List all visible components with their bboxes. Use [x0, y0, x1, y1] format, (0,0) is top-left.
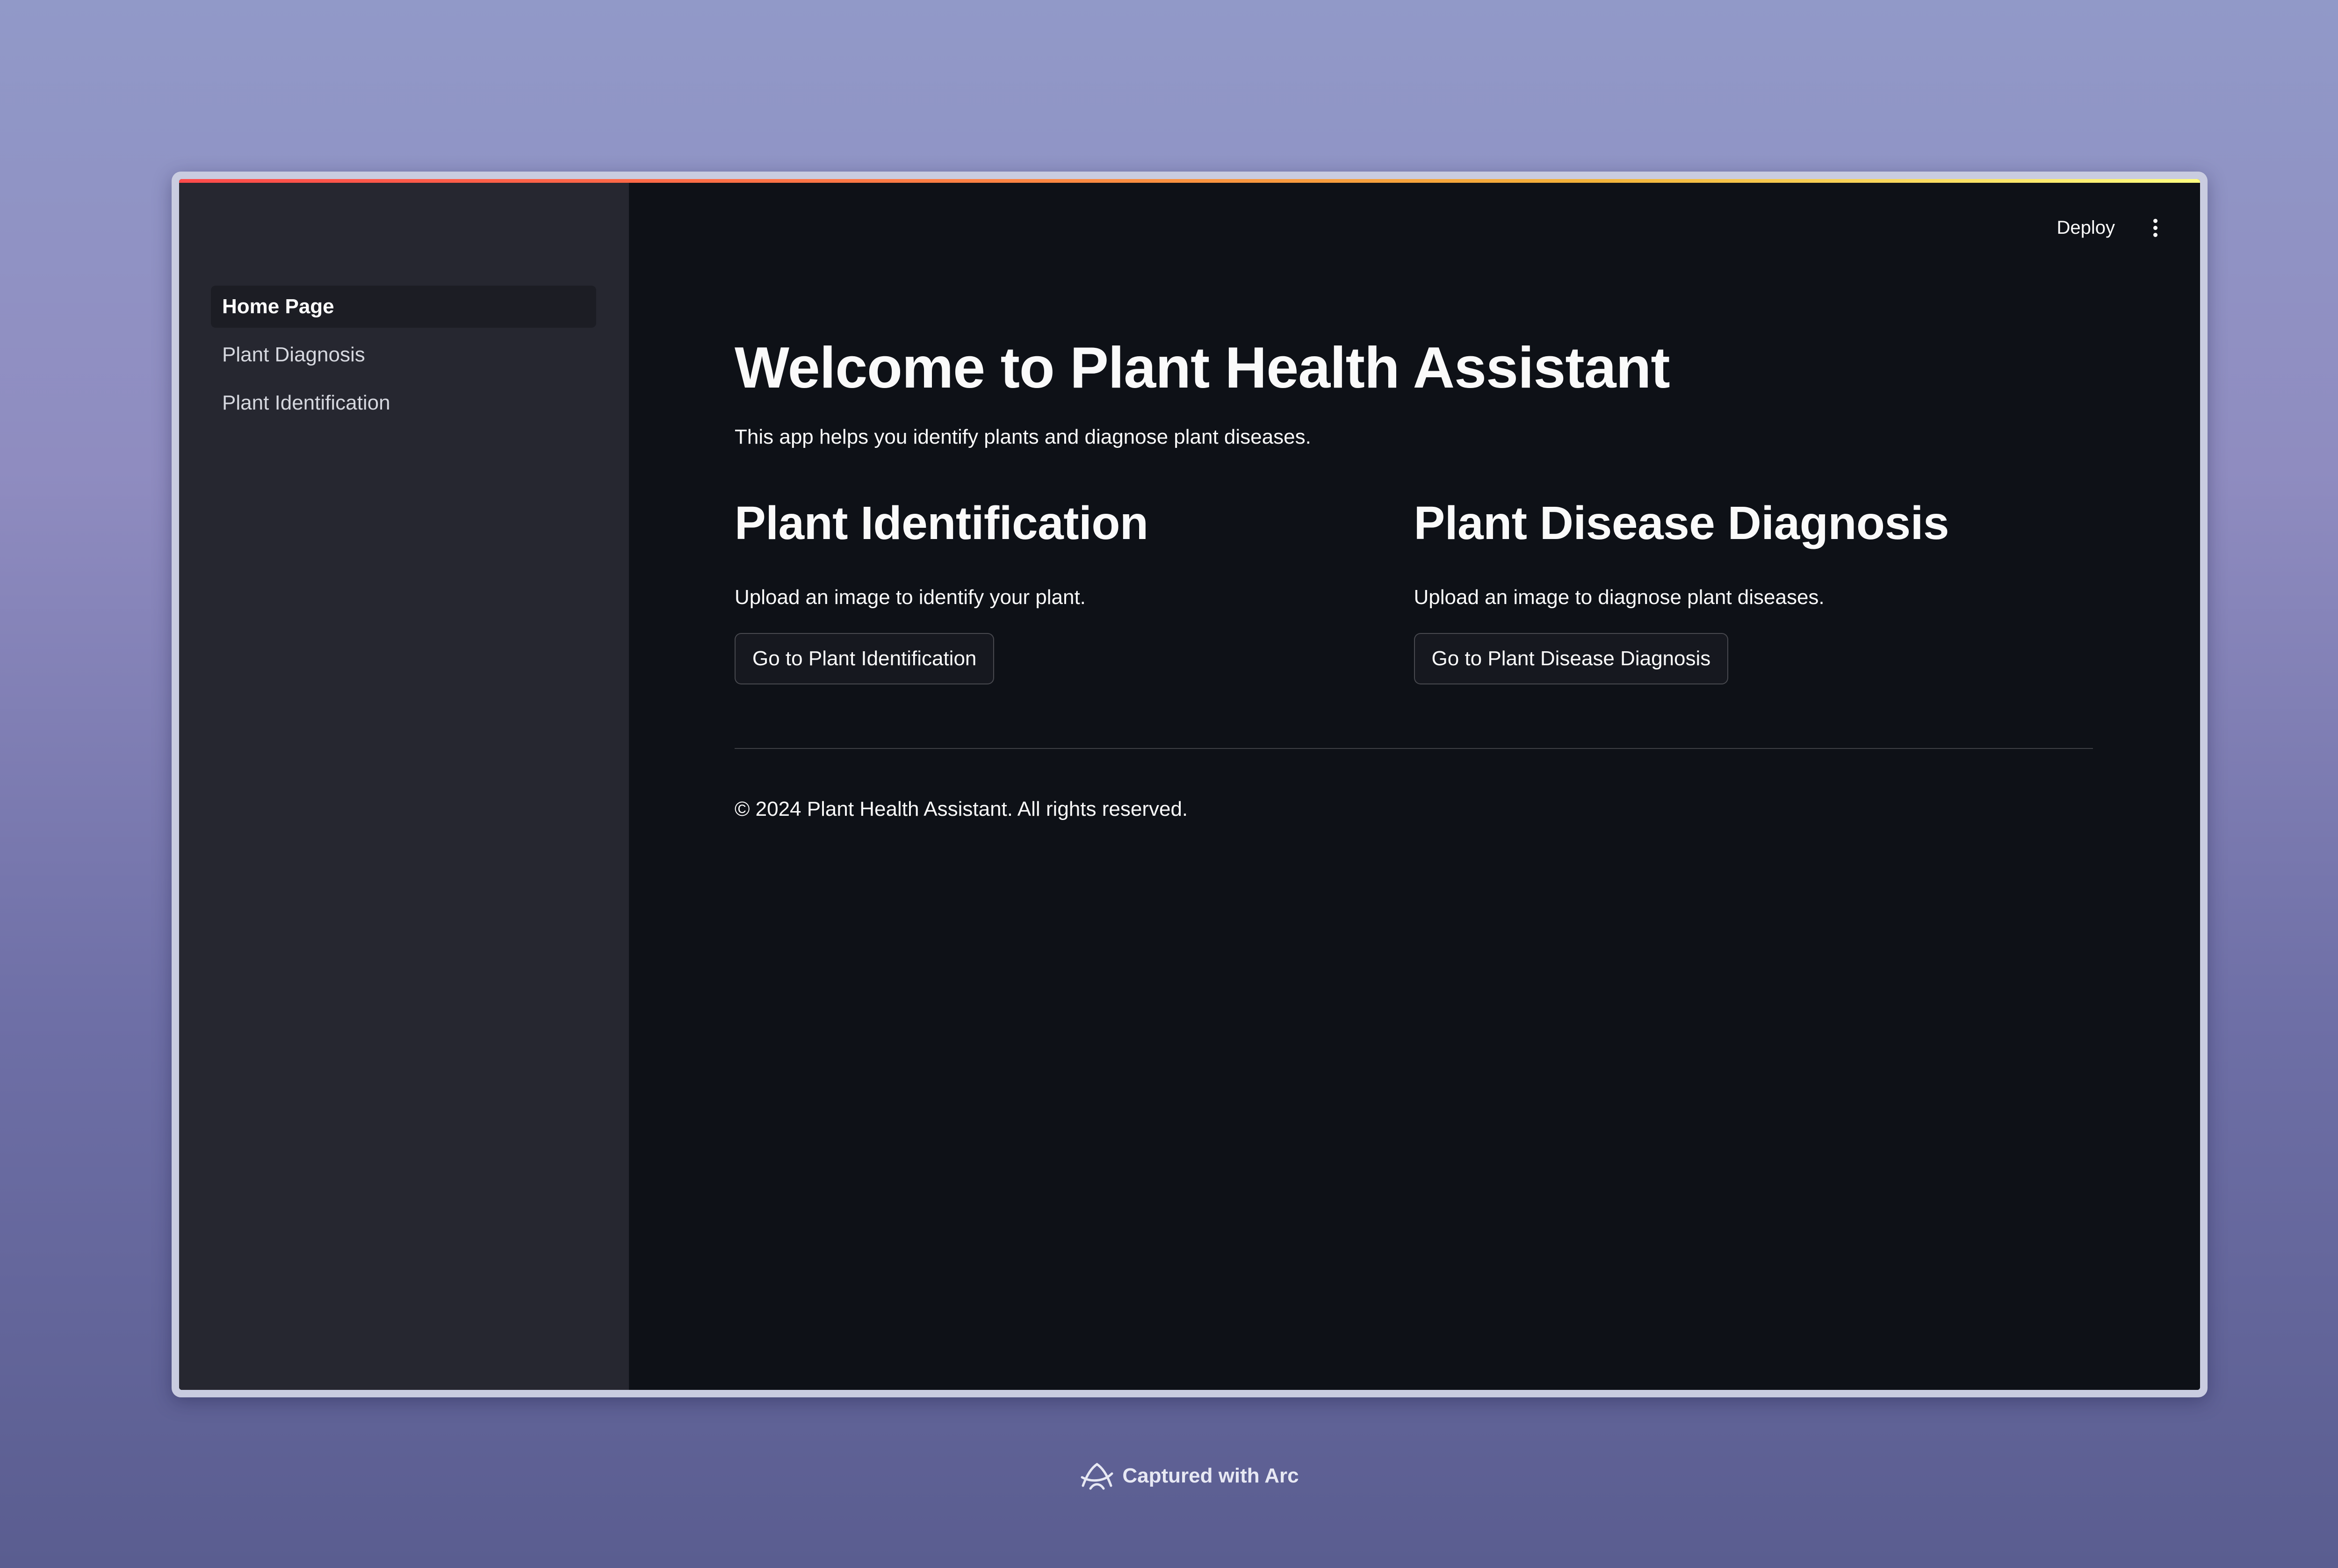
section-title: Plant Identification — [735, 496, 1148, 549]
section-description: Upload an image to identify your plant. — [735, 585, 1086, 609]
sidebar-item-plant-identification[interactable]: Plant Identification — [211, 382, 596, 424]
copyright-footer: © 2024 Plant Health Assistant. All right… — [735, 798, 1188, 821]
streamlit-app: Home Page Plant Diagnosis Plant Identifi… — [179, 179, 2200, 1390]
divider — [735, 748, 2093, 749]
menu-dot — [2153, 219, 2158, 223]
deploy-button[interactable]: Deploy — [2045, 213, 2126, 243]
section-description: Upload an image to diagnose plant diseas… — [1414, 585, 1825, 609]
feature-columns: Plant Identification Upload an image to … — [735, 495, 2093, 685]
sidebar-nav: Home Page Plant Diagnosis Plant Identifi… — [211, 286, 596, 430]
menu-dot — [2153, 233, 2158, 237]
main-area: Deploy Welcome to Plant Health Assistant… — [629, 179, 2200, 1390]
top-accent-bar — [179, 179, 2200, 183]
menu-dot — [2153, 226, 2158, 230]
plant-disease-diagnosis-section: Plant Disease Diagnosis Upload an image … — [1414, 495, 2093, 685]
sidebar-item-home-page[interactable]: Home Page — [211, 286, 596, 328]
plant-identification-section: Plant Identification Upload an image to … — [735, 495, 1414, 685]
arc-logo-icon — [1081, 1462, 1113, 1490]
main-content: Welcome to Plant Health Assistant This a… — [735, 333, 2093, 822]
page-title: Welcome to Plant Health Assistant — [735, 336, 1670, 400]
capture-badge: Captured with Arc — [0, 1461, 2338, 1490]
capture-badge-text: Captured with Arc — [1122, 1464, 1299, 1487]
go-to-plant-identification-button[interactable]: Go to Plant Identification — [735, 633, 995, 685]
go-to-plant-disease-diagnosis-button[interactable]: Go to Plant Disease Diagnosis — [1414, 633, 1729, 685]
browser-window: Home Page Plant Diagnosis Plant Identifi… — [172, 172, 2208, 1397]
section-title: Plant Disease Diagnosis — [1414, 496, 1949, 549]
vertical-ellipsis-icon[interactable] — [2144, 215, 2166, 241]
intro-text: This app helps you identify plants and d… — [735, 425, 1311, 448]
sidebar: Home Page Plant Diagnosis Plant Identifi… — [179, 179, 629, 1390]
sidebar-item-plant-diagnosis[interactable]: Plant Diagnosis — [211, 334, 596, 376]
toolbar: Deploy — [2045, 213, 2166, 243]
